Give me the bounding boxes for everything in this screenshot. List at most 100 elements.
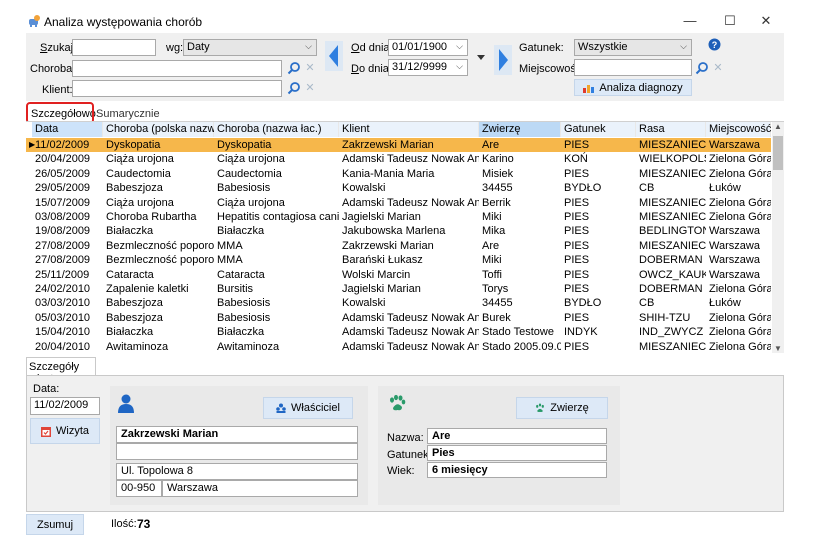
table-row[interactable]: 24/02/2010 Zapalenie kaletki Bursitis Jagie… <box>26 282 771 296</box>
table-row[interactable]: 15/07/2009 Ciąża urojona Ciąża urojona Adam… <box>26 196 771 210</box>
column-header-disease-pl[interactable]: Choroba (polska nazwa) <box>103 122 225 137</box>
cell-species: PIES <box>564 340 590 353</box>
column-header-client[interactable]: Klient <box>339 122 479 137</box>
table-row[interactable]: 20/04/2010 Awitaminoza Awitaminoza Adamski … <box>26 340 771 354</box>
column-header-species[interactable]: Gatunek <box>561 122 636 137</box>
visit-date-field: 11/02/2009 <box>30 397 100 415</box>
column-header-breed[interactable]: Rasa <box>636 122 706 137</box>
cell-city: Zielona Góra <box>709 326 771 339</box>
column-header-city[interactable]: Miejscowość <box>706 122 771 137</box>
date-to-input[interactable]: 31/12/9999 ⌵ <box>388 59 468 76</box>
client-input[interactable] <box>72 80 282 97</box>
column-header-date[interactable]: Data <box>32 122 103 137</box>
cell-breed: MIESZANIEC <box>639 196 706 209</box>
table-row[interactable]: 20/04/2009 Ciąża urojona Ciąża urojona Adam… <box>26 152 771 166</box>
tab-szczegoly-wizyty[interactable]: Szczegóły wizyty <box>26 357 96 385</box>
table-row[interactable]: 27/08/2009 Bezmleczność poporodowMMA Zakrz… <box>26 239 771 253</box>
cell-date: 25/11/2009 <box>35 268 90 281</box>
wizyta-button[interactable]: Wizyta <box>30 418 100 444</box>
cell-species: PIES <box>564 139 590 151</box>
cell-breed: BEDLINGTON <box>639 225 706 238</box>
address-city-field: Warszawa <box>162 480 358 497</box>
disease-grid[interactable]: Data Choroba (polska nazwa) Choroba (naz… <box>26 121 784 353</box>
scroll-down-icon[interactable]: ▼ <box>774 344 782 353</box>
owner-name-field: Zakrzewski Marian <box>116 426 358 443</box>
cell-date: 05/03/2010 <box>35 311 91 324</box>
tab-sumarycznie[interactable]: Sumarycznie <box>96 108 160 120</box>
cell-breed: MIESZANIEC <box>639 167 706 180</box>
cell-disease-lat: MMA <box>217 239 243 252</box>
city-input[interactable] <box>574 59 692 76</box>
cell-date: 15/07/2009 <box>35 196 91 209</box>
zsumuj-button[interactable]: Zsumuj <box>26 514 84 535</box>
maximize-button[interactable]: ☐ <box>720 12 740 30</box>
address-zip-field: 00-950 <box>116 480 162 497</box>
cell-city: Łuków <box>709 297 741 310</box>
cell-client: Jagielski Marian <box>342 211 421 223</box>
scrollbar-thumb[interactable] <box>773 136 783 170</box>
period-dropdown-icon[interactable] <box>475 52 487 62</box>
cell-animal: Stado Testowe <box>482 326 554 339</box>
cell-client: Adamski Tadeusz Nowak Anna <box>342 326 479 339</box>
cell-client: Adamski Tadeusz Nowak Anna <box>342 340 479 353</box>
table-row[interactable]: 25/11/2009 Cataracta Cataracta Wolski Marci… <box>26 268 771 282</box>
disease-input[interactable] <box>72 60 282 77</box>
table-row[interactable]: 29/05/2009 Babeszjoza Babesiosis Kowalski 34… <box>26 181 771 195</box>
table-row[interactable]: 26/05/2009 Caudectomia Caudectomia Kania-Ma… <box>26 167 771 181</box>
species-select[interactable]: Wszystkie ⌵ <box>574 39 692 56</box>
cell-city: Zielona Góra <box>709 340 771 353</box>
wlasciciel-button[interactable]: Właściciel <box>263 397 353 419</box>
cell-breed: DOBERMAN <box>639 283 703 295</box>
zwierze-button[interactable]: Zwierzę <box>516 397 608 419</box>
clear-icon[interactable]: ✕ <box>304 82 316 94</box>
table-row[interactable]: 27/08/2009 Bezmleczność poporodowMMA Barań… <box>26 253 771 267</box>
table-row[interactable]: 03/03/2010 Babeszjoza Babesiosis Kowalski 34… <box>26 296 771 310</box>
cell-city: Zielona Góra <box>709 153 771 166</box>
table-row[interactable]: 05/03/2010 Babeszjoza Babesiosis Adamski Ta… <box>26 311 771 325</box>
table-row[interactable]: 03/08/2009 Choroba Rubartha Hepatitis cont… <box>26 210 771 224</box>
count-value: 73 <box>137 517 151 531</box>
search-input[interactable] <box>72 39 156 56</box>
cell-client: Wolski Marcin <box>342 268 411 281</box>
cell-breed: CB <box>639 297 655 310</box>
sort-by-select[interactable]: Daty ⌵ <box>183 39 317 56</box>
date-from-input[interactable]: 01/01/1900 ⌵ <box>388 39 468 56</box>
search-icon[interactable] <box>695 61 709 75</box>
next-period-arrow-icon[interactable] <box>494 45 512 75</box>
help-icon[interactable]: ? <box>708 38 721 51</box>
count-label: Ilość: <box>111 518 137 530</box>
column-header-animal[interactable]: Zwierzę <box>479 122 561 137</box>
search-icon[interactable] <box>287 81 301 95</box>
minimize-button[interactable]: — <box>680 12 700 30</box>
column-header-disease-lat[interactable]: Choroba (nazwa łac.) <box>214 122 339 137</box>
table-row[interactable]: 15/04/2010 Białaczka Białaczka Adamski Tade… <box>26 325 771 339</box>
choroba-label: Choroba: <box>30 63 76 75</box>
clear-icon[interactable]: ✕ <box>712 62 724 74</box>
table-row[interactable]: ▶ 11/02/2009 Dyskopatia Dyskopatia Zakrzewsk… <box>26 138 771 153</box>
cell-disease-pl: Białaczka <box>106 326 154 339</box>
cell-date: 27/08/2009 <box>35 239 91 252</box>
chevron-down-icon: ⌵ <box>305 41 312 51</box>
table-row[interactable]: 19/08/2009 Białaczka Białaczka Jakubowska M… <box>26 224 771 238</box>
calendar-icon <box>41 426 51 437</box>
cell-disease-pl: Białaczka <box>106 225 154 238</box>
analiza-diagnozy-button[interactable]: Analiza diagnozy <box>574 79 692 96</box>
close-button[interactable]: ✕ <box>756 12 776 30</box>
cell-disease-pl: Cataracta <box>106 268 154 281</box>
cell-city: Zielona Góra <box>709 167 771 180</box>
cell-disease-pl: Babeszjoza <box>106 311 163 324</box>
cell-breed: MIESZANIEC <box>639 211 706 223</box>
scroll-up-icon[interactable]: ▲ <box>774 122 782 131</box>
cell-species: BYDŁO <box>564 297 602 310</box>
cell-date: 03/03/2010 <box>35 297 91 310</box>
cell-animal: Torys <box>482 283 509 295</box>
cell-species: PIES <box>564 239 590 252</box>
klient-label: Klient: <box>42 84 73 96</box>
animal-species-field: Pies <box>427 445 607 461</box>
clear-icon[interactable]: ✕ <box>304 62 316 74</box>
cell-client: Kowalski <box>342 297 386 310</box>
previous-period-arrow-icon[interactable] <box>325 41 343 71</box>
cell-species: PIES <box>564 311 590 324</box>
search-icon[interactable] <box>287 61 301 75</box>
cell-disease-lat: Caudectomia <box>217 167 282 180</box>
